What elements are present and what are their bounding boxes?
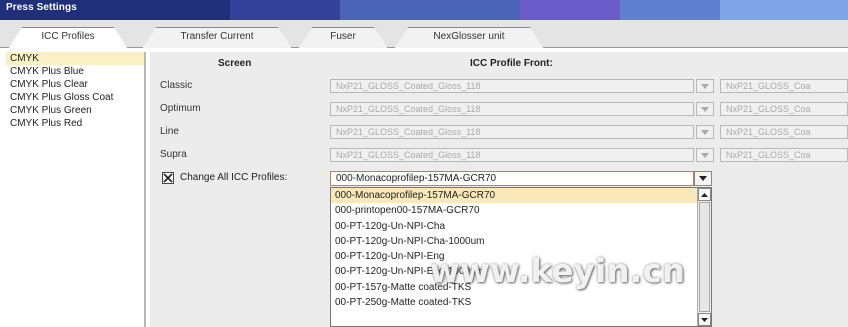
change-all-profile-select[interactable]: 000-Monacoprofilep-157MA-GCR70 bbox=[330, 171, 694, 186]
window-title: Press Settings bbox=[6, 2, 77, 13]
dropdown-scrollbar[interactable] bbox=[697, 188, 711, 326]
tab-nexglosser-unit[interactable]: NexGlosser unit bbox=[394, 27, 544, 48]
tab-strip: ICC Profiles Transfer Current Fuser NexG… bbox=[0, 20, 848, 48]
list-item-cmyk-plus-green[interactable]: CMYK Plus Green bbox=[6, 104, 144, 117]
title-bar-segment bbox=[620, 0, 720, 20]
list-item-cmyk-plus-clear[interactable]: CMYK Plus Clear bbox=[6, 78, 144, 91]
title-bar-segment bbox=[720, 0, 848, 20]
tab-label: NexGlosser unit bbox=[433, 31, 505, 42]
row-label-classic: Classic bbox=[160, 80, 193, 91]
title-bar-segment bbox=[520, 0, 620, 20]
dropdown-option[interactable]: 000-Monacoprofilep-157MA-GCR70 bbox=[331, 188, 711, 204]
classic-profile-select-2[interactable]: NxP21_GLOSS_Coa bbox=[720, 79, 848, 93]
line-profile-select[interactable]: NxP21_GLOSS_Coated_Gloss_118 bbox=[330, 125, 694, 139]
row-label-supra: Supra bbox=[160, 149, 187, 160]
title-bar-segment bbox=[230, 0, 340, 20]
tab-transfer-current[interactable]: Transfer Current bbox=[142, 27, 292, 48]
tab-label: ICC Profiles bbox=[41, 31, 95, 42]
list-item-cmyk[interactable]: CMYK bbox=[6, 52, 144, 65]
optimum-dropdown-button[interactable] bbox=[696, 102, 714, 116]
supra-dropdown-button[interactable] bbox=[696, 148, 714, 162]
optimum-profile-select-2[interactable]: NxP21_GLOSS_Coa bbox=[720, 102, 848, 116]
dropdown-option[interactable]: 000-printopen00-157MA-GCR70 bbox=[331, 203, 711, 218]
classic-profile-select[interactable]: NxP21_GLOSS_Coated_Gloss_118 bbox=[330, 79, 694, 93]
change-all-dropdown-button[interactable] bbox=[694, 171, 712, 186]
chevron-down-icon bbox=[701, 83, 709, 89]
change-all-checkbox[interactable] bbox=[162, 172, 174, 184]
checkmark-icon bbox=[163, 173, 173, 183]
supra-profile-select-2[interactable]: NxP21_GLOSS_Coa bbox=[720, 148, 848, 162]
chevron-down-icon bbox=[701, 106, 709, 112]
chevron-down-icon bbox=[701, 152, 709, 158]
classic-dropdown-button[interactable] bbox=[696, 79, 714, 93]
chevron-up-icon bbox=[701, 192, 708, 197]
change-all-label: Change All ICC Profiles: bbox=[180, 172, 288, 183]
chevron-down-icon bbox=[701, 317, 708, 322]
supra-profile-select[interactable]: NxP21_GLOSS_Coated_Gloss_118 bbox=[330, 148, 694, 162]
line-dropdown-button[interactable] bbox=[696, 125, 714, 139]
title-bar bbox=[0, 0, 848, 20]
watermark: www.keyin.cn bbox=[430, 252, 686, 290]
optimum-profile-select[interactable]: NxP21_GLOSS_Coated_Gloss_118 bbox=[330, 102, 694, 116]
scroll-down-button[interactable] bbox=[698, 313, 711, 326]
list-item-cmyk-plus-blue[interactable]: CMYK Plus Blue bbox=[6, 65, 144, 78]
chevron-down-icon bbox=[701, 129, 709, 135]
tab-label: Fuser bbox=[330, 31, 356, 42]
scrollbar-thumb[interactable] bbox=[699, 202, 710, 312]
dropdown-option[interactable]: 00-PT-120g-Un-NPI-Cha bbox=[331, 219, 711, 234]
chevron-down-icon bbox=[699, 176, 707, 181]
profile-front-column-header: ICC Profile Front: bbox=[470, 58, 553, 69]
line-profile-select-2[interactable]: NxP21_GLOSS_Coa bbox=[720, 125, 848, 139]
dropdown-option[interactable]: 00-PT-250g-Matte coated-TKS bbox=[331, 295, 711, 310]
list-item-cmyk-plus-red[interactable]: CMYK Plus Red bbox=[6, 117, 144, 130]
color-mode-list: CMYK CMYK Plus Blue CMYK Plus Clear CMYK… bbox=[6, 52, 146, 327]
title-bar-segment bbox=[340, 0, 520, 20]
scroll-up-button[interactable] bbox=[698, 188, 711, 201]
list-item-cmyk-plus-gloss-coat[interactable]: CMYK Plus Gloss Coat bbox=[6, 91, 144, 104]
row-label-line: Line bbox=[160, 126, 179, 137]
dropdown-option[interactable]: 00-PT-120g-Un-NPI-Cha-1000um bbox=[331, 234, 711, 249]
tab-label: Transfer Current bbox=[180, 31, 254, 42]
tab-icc-profiles[interactable]: ICC Profiles bbox=[8, 27, 128, 48]
tab-fuser[interactable]: Fuser bbox=[298, 27, 388, 48]
screen-column-header: Screen bbox=[218, 58, 252, 69]
row-label-optimum: Optimum bbox=[160, 103, 201, 114]
